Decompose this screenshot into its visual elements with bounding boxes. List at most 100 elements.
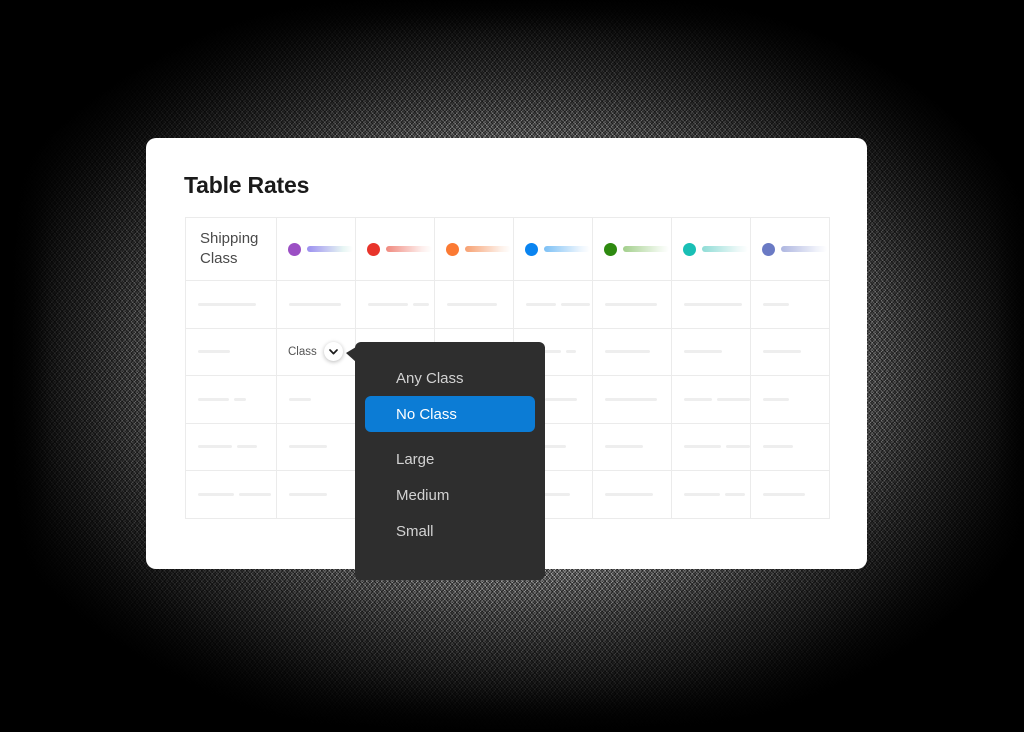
placeholder-line xyxy=(684,350,722,354)
color-dot-icon xyxy=(604,242,617,256)
table-cell xyxy=(355,280,435,329)
placeholder-lines xyxy=(186,492,276,496)
placeholder-lines xyxy=(593,397,671,401)
placeholder-lines xyxy=(593,492,671,496)
placeholder-lines xyxy=(277,397,355,401)
table-cell xyxy=(592,470,672,519)
placeholder-line xyxy=(605,445,643,449)
gradient-bar xyxy=(623,246,669,252)
placeholder-line xyxy=(716,397,750,401)
table-cell xyxy=(592,422,672,471)
color-dot-icon xyxy=(367,242,380,256)
table-cell xyxy=(671,470,751,519)
menu-item-medium[interactable]: Medium xyxy=(365,477,535,513)
gradient-bar xyxy=(544,246,590,252)
table-cell xyxy=(671,422,751,471)
placeholder-line xyxy=(545,397,577,401)
placeholder-lines xyxy=(277,445,355,449)
table-cell xyxy=(185,470,277,519)
placeholder-line xyxy=(237,445,257,449)
placeholder-line xyxy=(725,445,750,449)
header-chip-green xyxy=(592,217,672,281)
header-chip-slate xyxy=(750,217,830,281)
dropdown-caret xyxy=(346,347,356,362)
placeholder-line xyxy=(289,302,341,306)
table-cell xyxy=(592,280,672,329)
cell-class-dropdown: Class xyxy=(276,327,356,376)
table-cell xyxy=(750,470,830,519)
table-cell xyxy=(276,422,356,471)
placeholder-line xyxy=(234,397,246,401)
placeholder-lines xyxy=(751,302,829,306)
table-cell xyxy=(185,280,277,329)
table-cell xyxy=(185,422,277,471)
color-chip xyxy=(514,242,592,256)
placeholder-line xyxy=(198,350,230,354)
placeholder-lines xyxy=(277,492,355,496)
menu-item-any-class[interactable]: Any Class xyxy=(365,360,535,396)
placeholder-line xyxy=(198,397,229,401)
gradient-bar xyxy=(307,246,353,252)
gradient-bar xyxy=(702,246,748,252)
placeholder-line xyxy=(763,350,801,354)
placeholder-lines xyxy=(672,302,750,306)
gradient-bar xyxy=(465,246,511,252)
class-dropdown-menu[interactable]: Any Class No Class Large Medium Small xyxy=(346,342,545,580)
screenshot-root: Table Rates Shipping Class Class Any Cla… xyxy=(0,0,1024,732)
placeholder-line xyxy=(763,397,789,401)
placeholder-lines xyxy=(672,492,750,496)
placeholder-line xyxy=(684,302,742,306)
placeholder-lines xyxy=(751,397,829,401)
placeholder-line xyxy=(763,445,793,449)
table-cell xyxy=(434,280,514,329)
table-cell xyxy=(276,375,356,424)
placeholder-lines xyxy=(672,350,750,354)
table-row xyxy=(185,280,830,329)
table-cell xyxy=(276,280,356,329)
color-chip xyxy=(277,242,355,256)
placeholder-lines xyxy=(593,445,671,449)
placeholder-lines xyxy=(672,445,750,449)
menu-item-small[interactable]: Small xyxy=(365,513,535,549)
color-dot-icon xyxy=(762,242,775,256)
placeholder-lines xyxy=(435,302,513,306)
chevron-down-icon[interactable] xyxy=(323,342,343,362)
placeholder-line xyxy=(198,445,232,449)
table-cell xyxy=(592,375,672,424)
color-dot-icon xyxy=(683,242,696,256)
placeholder-lines xyxy=(672,397,750,401)
placeholder-lines xyxy=(186,445,276,449)
gradient-bar xyxy=(781,246,827,252)
placeholder-line xyxy=(763,492,805,496)
placeholder-lines xyxy=(751,492,829,496)
placeholder-line xyxy=(368,302,408,306)
rates-table-head: Shipping Class xyxy=(185,217,830,281)
color-chip xyxy=(751,242,829,256)
table-cell xyxy=(750,422,830,471)
table-cell xyxy=(276,470,356,519)
placeholder-line xyxy=(526,302,556,306)
placeholder-line xyxy=(605,397,657,401)
placeholder-line xyxy=(566,350,576,354)
placeholder-line xyxy=(447,302,497,306)
placeholder-line xyxy=(413,302,429,306)
class-dropdown-trigger[interactable]: Class xyxy=(277,342,355,362)
header-chip-purple xyxy=(276,217,356,281)
menu-item-no-class[interactable]: No Class xyxy=(365,396,535,432)
placeholder-lines xyxy=(514,302,592,306)
placeholder-lines xyxy=(593,350,671,354)
placeholder-line xyxy=(561,302,590,306)
table-header-row: Shipping Class xyxy=(185,217,830,281)
placeholder-lines xyxy=(186,397,276,401)
placeholder-lines xyxy=(751,350,829,354)
header-chip-blue xyxy=(513,217,593,281)
table-cell xyxy=(671,280,751,329)
header-shipping-class: Shipping Class xyxy=(185,217,277,281)
placeholder-line xyxy=(198,302,256,306)
table-cell xyxy=(592,327,672,376)
menu-item-large[interactable]: Large xyxy=(365,441,535,477)
color-dot-icon xyxy=(446,242,459,256)
table-cell xyxy=(750,280,830,329)
placeholder-line xyxy=(725,492,745,496)
color-dot-icon xyxy=(288,242,301,256)
